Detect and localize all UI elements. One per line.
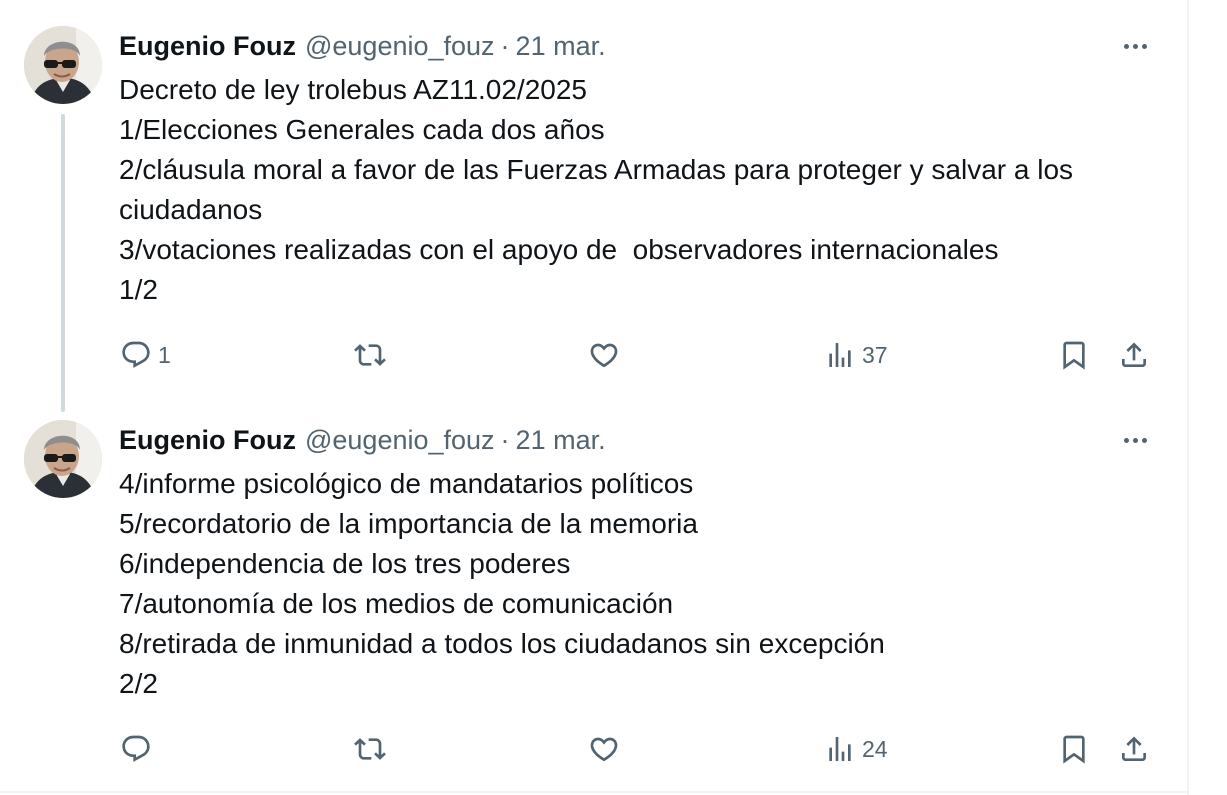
reply-button[interactable]: 1	[120, 335, 171, 375]
like-button[interactable]	[588, 335, 620, 375]
tweet-date[interactable]: 21 mar.	[516, 425, 606, 456]
tweet-actions: 24	[0, 729, 1187, 769]
share-icon	[1122, 342, 1146, 367]
retweet-button[interactable]	[354, 729, 386, 769]
tweet-line: 5/recordatorio de la importancia de la m…	[119, 508, 698, 539]
reply-icon	[122, 341, 150, 368]
reply-button[interactable]	[120, 729, 152, 769]
tweet-line: 8/retirada de inmunidad a todos los ciud…	[119, 628, 885, 659]
heart-icon	[590, 343, 618, 368]
author-handle[interactable]: @eugenio_fouz	[305, 425, 495, 456]
views-button[interactable]: 24	[824, 729, 888, 769]
tweet-line: 6/independencia de los tres poderes	[119, 548, 571, 579]
tweet-text: Decreto de ley trolebus AZ11.02/2025 1/E…	[119, 70, 1169, 310]
views-icon	[829, 343, 851, 367]
tweet-text: 4/informe psicológico de mandatarios pol…	[119, 464, 1169, 704]
views-icon	[829, 737, 851, 761]
views-count: 24	[862, 735, 888, 762]
views-button[interactable]: 37	[824, 335, 888, 375]
timeline-bottom-border	[0, 791, 1189, 793]
retweet-icon	[354, 738, 386, 760]
avatar[interactable]	[24, 420, 102, 498]
tweet-line: 2/cláusula moral a favor de las Fuerzas …	[119, 154, 1081, 225]
tweet[interactable]: Eugenio Fouz @eugenio_fouz · 21 mar. 4/i…	[0, 400, 1187, 791]
retweet-icon	[354, 344, 386, 366]
like-button[interactable]	[588, 729, 620, 769]
tweet-actions: 1 37	[0, 335, 1187, 375]
reply-icon	[122, 735, 150, 762]
share-icon	[1122, 736, 1146, 761]
tweet-date[interactable]: 21 mar.	[516, 31, 606, 62]
tweet-line: 2/2	[119, 668, 158, 699]
tweet-line: 1/2	[119, 274, 158, 305]
reply-count: 1	[158, 341, 171, 368]
timeline-right-border	[1187, 0, 1189, 795]
tweet-line: 3/votaciones realizadas con el apoyo de …	[119, 234, 999, 265]
tweet-header: Eugenio Fouz @eugenio_fouz · 21 mar.	[119, 26, 606, 66]
tweet-header: Eugenio Fouz @eugenio_fouz · 21 mar.	[119, 420, 606, 460]
bookmark-button[interactable]	[1058, 335, 1090, 375]
views-count: 37	[862, 341, 888, 368]
retweet-button[interactable]	[354, 335, 386, 375]
more-icon[interactable]	[1118, 426, 1152, 454]
share-button[interactable]	[1118, 729, 1150, 769]
tweet[interactable]: Eugenio Fouz @eugenio_fouz · 21 mar. Dec…	[0, 0, 1187, 412]
share-button[interactable]	[1118, 335, 1150, 375]
author-name[interactable]: Eugenio Fouz	[119, 425, 296, 456]
tweet-line: 7/autonomía de los medios de comunicació…	[119, 588, 674, 619]
avatar[interactable]	[24, 26, 102, 104]
author-name[interactable]: Eugenio Fouz	[119, 31, 296, 62]
bookmark-icon	[1063, 341, 1085, 370]
header-separator: ·	[500, 30, 510, 61]
bookmark-icon	[1063, 735, 1085, 764]
header-separator: ·	[500, 424, 510, 455]
heart-icon	[590, 737, 618, 762]
bookmark-button[interactable]	[1058, 729, 1090, 769]
tweet-line: 1/Elecciones Generales cada dos años	[119, 114, 605, 145]
more-icon[interactable]	[1118, 32, 1152, 60]
tweet-line: Decreto de ley trolebus AZ11.02/2025	[119, 74, 588, 105]
tweet-line: 4/informe psicológico de mandatarios pol…	[119, 468, 694, 499]
author-handle[interactable]: @eugenio_fouz	[305, 31, 495, 62]
